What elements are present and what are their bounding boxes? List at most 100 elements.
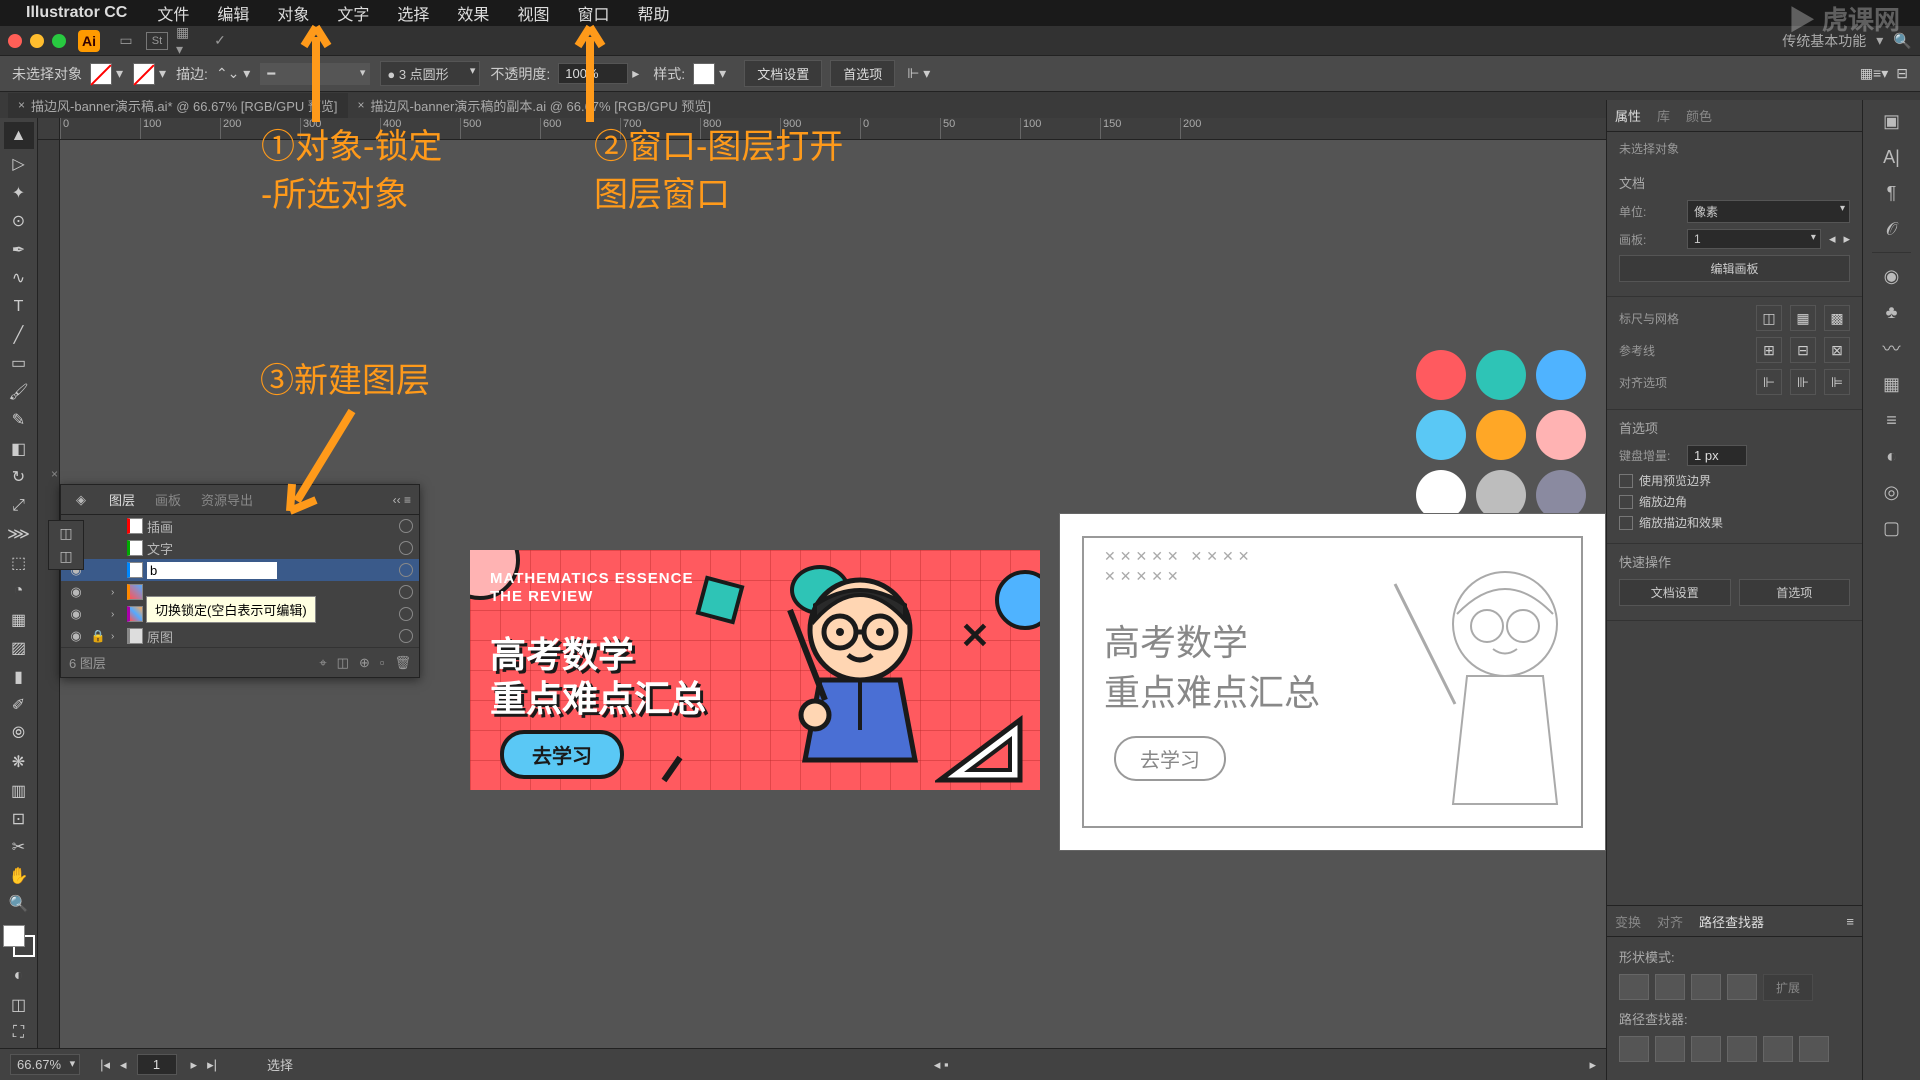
graph-tool[interactable]: ▥ xyxy=(4,777,34,804)
line-tool[interactable]: ╱ xyxy=(4,321,34,348)
clip-mask-icon[interactable]: ◫ xyxy=(337,655,349,671)
menu-effect[interactable]: 效果 xyxy=(457,1,489,25)
menu-select[interactable]: 选择 xyxy=(397,1,429,25)
perspective-tool[interactable]: ▦ xyxy=(4,606,34,633)
properties-tab[interactable]: 属性 xyxy=(1615,106,1641,125)
palette-swatch[interactable] xyxy=(1536,470,1586,520)
artboard-select[interactable]: 1 xyxy=(1687,229,1821,249)
paintbrush-tool[interactable]: 🖌 xyxy=(4,378,34,405)
locate-icon[interactable]: ⌖ xyxy=(319,655,326,671)
draw-mode-icon[interactable]: ◫ xyxy=(4,991,34,1018)
panel-menu-icon[interactable]: ≡ xyxy=(1846,914,1854,929)
banner-artwork[interactable]: ✕ MATHEMATICS ESSENCE THE REVIEW 高考数学 重点… xyxy=(470,550,1040,790)
profile-dropdown[interactable]: ● 3 点圆形 xyxy=(380,61,480,86)
align-tab[interactable]: 对齐 xyxy=(1657,912,1683,931)
panel-collapse-icon[interactable]: ‹‹ ≡ xyxy=(393,493,411,507)
type-tool[interactable]: T xyxy=(4,293,34,320)
character-icon[interactable]: A| xyxy=(1879,144,1905,170)
appearance-icon[interactable]: ◉ xyxy=(1879,263,1905,289)
ruler-origin[interactable] xyxy=(38,118,60,140)
target-icon[interactable] xyxy=(399,629,413,643)
pathfinder-tab[interactable]: 路径查找器 xyxy=(1699,912,1764,931)
align-key-icon[interactable]: ⊩ xyxy=(1756,369,1782,395)
layer-row[interactable]: ◉🔒›原图 xyxy=(61,625,419,647)
palette-swatch[interactable] xyxy=(1476,470,1526,520)
libraries-tab[interactable]: 库 xyxy=(1657,106,1670,125)
stroke-icon[interactable]: ≡ xyxy=(1879,407,1905,433)
screen-mode-icon[interactable]: ⛶ xyxy=(4,1019,34,1046)
smart-guides-icon[interactable]: ⊟ xyxy=(1790,337,1816,363)
symbols-icon[interactable]: ♣ xyxy=(1879,299,1905,325)
arrange-icon[interactable]: ▦ ▾ xyxy=(176,29,200,53)
dock-icon[interactable]: ◫ xyxy=(59,525,72,542)
transparency-icon[interactable]: ◎ xyxy=(1879,479,1905,505)
palette-swatch[interactable] xyxy=(1416,470,1466,520)
outline-icon[interactable] xyxy=(1763,1036,1793,1062)
snap-icon[interactable]: ⊠ xyxy=(1824,337,1850,363)
crop-icon[interactable] xyxy=(1727,1036,1757,1062)
preferences-button[interactable]: 首选项 xyxy=(830,60,895,87)
direct-selection-tool[interactable]: ▷ xyxy=(4,150,34,177)
stroke-swatch[interactable] xyxy=(133,63,155,85)
artboard-tool[interactable]: ⊡ xyxy=(4,805,34,832)
scale-strokes-checkbox[interactable] xyxy=(1619,516,1633,530)
next-artboard-icon[interactable]: ▸ xyxy=(1843,231,1850,247)
free-transform-tool[interactable]: ⬚ xyxy=(4,549,34,576)
nav-first-icon[interactable]: |◂ xyxy=(100,1057,110,1073)
scale-corners-checkbox[interactable] xyxy=(1619,495,1633,509)
target-icon[interactable] xyxy=(399,563,413,577)
align-selection-icon[interactable]: ⊫ xyxy=(1824,369,1850,395)
scroll-right-icon[interactable]: ▸ xyxy=(1589,1057,1596,1073)
artboard-nav-input[interactable]: 1 xyxy=(137,1054,177,1075)
new-sublayer-icon[interactable]: ⊕ xyxy=(359,655,370,671)
color-mode-icon[interactable]: ◐ xyxy=(4,963,34,990)
visibility-toggle[interactable]: ◉ xyxy=(67,584,85,600)
scroll-left-icon[interactable]: ◂ ▪ xyxy=(934,1057,949,1073)
edit-artboard-button[interactable]: 编辑画板 xyxy=(1619,255,1850,282)
fill-stroke-swatch[interactable] xyxy=(3,925,35,956)
delete-layer-icon[interactable]: 🗑 xyxy=(394,655,411,671)
zoom-tool[interactable]: 🔍 xyxy=(4,891,34,918)
mesh-tool[interactable]: ▨ xyxy=(4,634,34,661)
quick-prefs-button[interactable]: 首选项 xyxy=(1739,579,1851,606)
exclude-icon[interactable] xyxy=(1727,974,1757,1000)
width-tool[interactable]: ⋙ xyxy=(4,521,34,548)
eyedropper-tool[interactable]: ✐ xyxy=(4,691,34,718)
symbol-sprayer-tool[interactable]: ❋ xyxy=(4,748,34,775)
divide-icon[interactable] xyxy=(1619,1036,1649,1062)
palette-swatch[interactable] xyxy=(1416,350,1466,400)
stroke-weight-stepper[interactable]: ⌃⌄ ▾ xyxy=(216,65,250,82)
brushes-icon[interactable]: 〰 xyxy=(1879,335,1905,361)
palette-swatch[interactable] xyxy=(1476,410,1526,460)
menu-file[interactable]: 文件 xyxy=(157,1,189,25)
target-icon[interactable] xyxy=(399,607,413,621)
merge-icon[interactable] xyxy=(1691,1036,1721,1062)
dock-icon[interactable]: ◫ xyxy=(59,548,72,565)
graphic-styles-icon[interactable]: ▢ xyxy=(1879,515,1905,541)
menu-type[interactable]: 文字 xyxy=(337,1,369,25)
layers-panel[interactable]: × ◈ 图层 画板 资源导出 ‹‹ ≡ ◉插画 ◉文字 ◉ ◉› ◉›配色 ◉🔒… xyxy=(60,484,420,678)
color-tab[interactable]: 颜色 xyxy=(1686,106,1712,125)
hand-tool[interactable]: ✋ xyxy=(4,862,34,889)
curvature-tool[interactable]: ∿ xyxy=(4,264,34,291)
layer-name-input[interactable] xyxy=(147,562,277,579)
slice-tool[interactable]: ✂ xyxy=(4,834,34,861)
shaper-tool[interactable]: ✎ xyxy=(4,407,34,434)
expand-button[interactable]: 扩展 xyxy=(1763,974,1813,1001)
palette-swatch[interactable] xyxy=(1476,350,1526,400)
layer-row[interactable]: ◉文字 xyxy=(61,537,419,559)
properties-icon[interactable]: ▣ xyxy=(1879,108,1905,134)
doc-tab-2[interactable]: ×描边风-banner演示稿的副本.ai @ 66.67% [RGB/GPU 预… xyxy=(348,93,721,118)
magic-wand-tool[interactable]: ✦ xyxy=(4,179,34,206)
close-tab-icon[interactable]: × xyxy=(358,98,365,112)
gradient-tool[interactable]: ▮ xyxy=(4,663,34,690)
scale-tool[interactable]: ⤢ xyxy=(4,492,34,519)
ctrl-collapse-icon[interactable]: ⊟ xyxy=(1896,65,1908,82)
new-layer-icon[interactable]: ▫ xyxy=(380,655,385,670)
artboards-tab[interactable]: 画板 xyxy=(145,490,191,509)
minus-back-icon[interactable] xyxy=(1799,1036,1829,1062)
eraser-tool[interactable]: ◧ xyxy=(4,435,34,462)
expand-icon[interactable]: › xyxy=(111,631,123,642)
menu-edit[interactable]: 编辑 xyxy=(217,1,249,25)
close-tab-icon[interactable]: × xyxy=(18,98,25,112)
